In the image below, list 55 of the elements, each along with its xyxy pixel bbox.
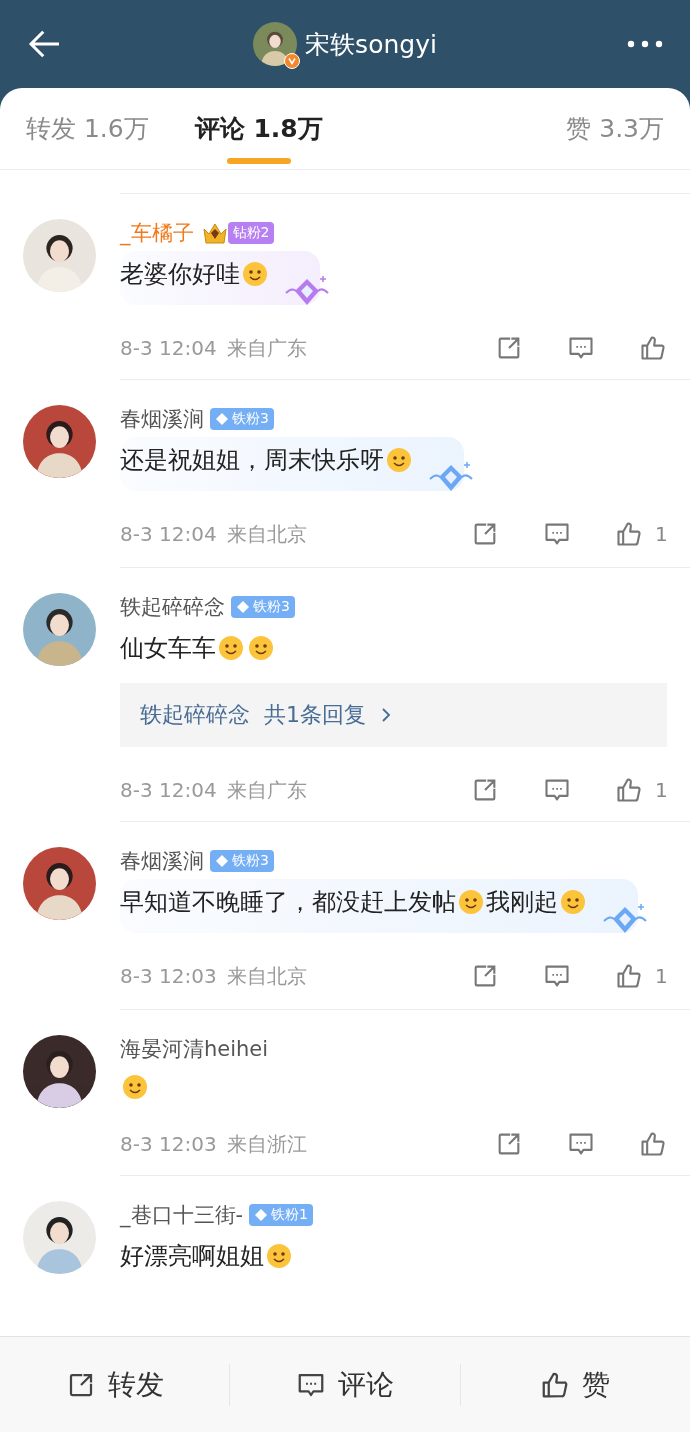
reply-author: 轶起碎碎念: [140, 701, 250, 729]
badge-label: 铁粉1: [271, 1206, 308, 1224]
comment-location: 来自北京: [226, 520, 307, 548]
emoji-icon: [385, 446, 413, 474]
comment-time: 8-3 12:03: [120, 1132, 217, 1156]
badge-label: 铁粉3: [253, 598, 290, 616]
badge-label: 铁粉3: [232, 410, 269, 428]
comment-time: 8-3 12:03: [120, 964, 217, 988]
diamond-icon: [236, 600, 250, 614]
diamond-icon: [215, 412, 229, 426]
diamond-icon: [254, 1208, 269, 1222]
reply-count: 共1条回复: [264, 701, 366, 729]
thumbs-up-icon[interactable]: [639, 334, 667, 362]
username[interactable]: _巷口十三街-: [120, 1201, 244, 1229]
like-count: 1: [655, 778, 667, 802]
like-count: 1: [655, 522, 667, 546]
footer-button[interactable]: 转发: [0, 1363, 231, 1406]
username[interactable]: 春烟溪涧: [120, 405, 204, 433]
comment-text: 老婆你好哇: [120, 259, 240, 290]
comment-text: 好漂亮啊姐姐: [120, 1241, 264, 1272]
comment-text: 早知道不晚睡了，都没赶上发帖: [120, 887, 456, 918]
emoji-icon: [247, 634, 275, 662]
emoji-icon: [241, 260, 269, 288]
badge-label: 钻粉2: [232, 224, 270, 242]
emoji-icon: [559, 888, 587, 916]
diamond-icon: [215, 854, 229, 868]
like-count: 1: [655, 964, 667, 988]
emoji-icon: [457, 888, 485, 916]
comment-location: 来自广东: [226, 776, 307, 804]
emoji-icon: [217, 634, 245, 662]
replies-link[interactable]: 轶起碎碎念 共1条回复: [120, 683, 667, 747]
emoji-icon: [121, 1073, 149, 1101]
chevron-right-icon: [380, 707, 392, 723]
username[interactable]: 春烟溪涧: [120, 847, 204, 875]
username[interactable]: 海晏河清heihei: [120, 1035, 269, 1063]
footer-button[interactable]: 赞: [460, 1363, 690, 1406]
thumbs-up-icon[interactable]: [615, 520, 643, 548]
emoji-icon: [265, 1242, 293, 1270]
thumbs-up-icon[interactable]: [639, 1130, 667, 1158]
comment-time: 8-3 12:04: [120, 522, 217, 546]
footer-button[interactable]: 评论: [230, 1363, 461, 1406]
comment-location: 来自北京: [226, 962, 307, 990]
comment-text: 仙女车车: [120, 633, 216, 664]
comment-location: 来自浙江: [226, 1130, 307, 1158]
comment-time: 8-3 12:04: [120, 336, 217, 360]
thumbs-up-icon[interactable]: [615, 776, 643, 804]
username[interactable]: 轶起碎碎念: [120, 593, 225, 621]
thumbs-up-icon[interactable]: [615, 962, 643, 990]
tab[interactable]: 评论 1.8万: [194, 88, 323, 170]
comment-location: 来自广东: [226, 334, 307, 362]
comment-time: 8-3 12:04: [120, 778, 217, 802]
comment-text: 我刚起: [486, 887, 558, 918]
account-name: 宋轶songyi: [305, 28, 437, 61]
badge-label: 铁粉3: [232, 852, 269, 870]
comment-text: 还是祝姐姐，周末快乐呀: [120, 445, 384, 476]
